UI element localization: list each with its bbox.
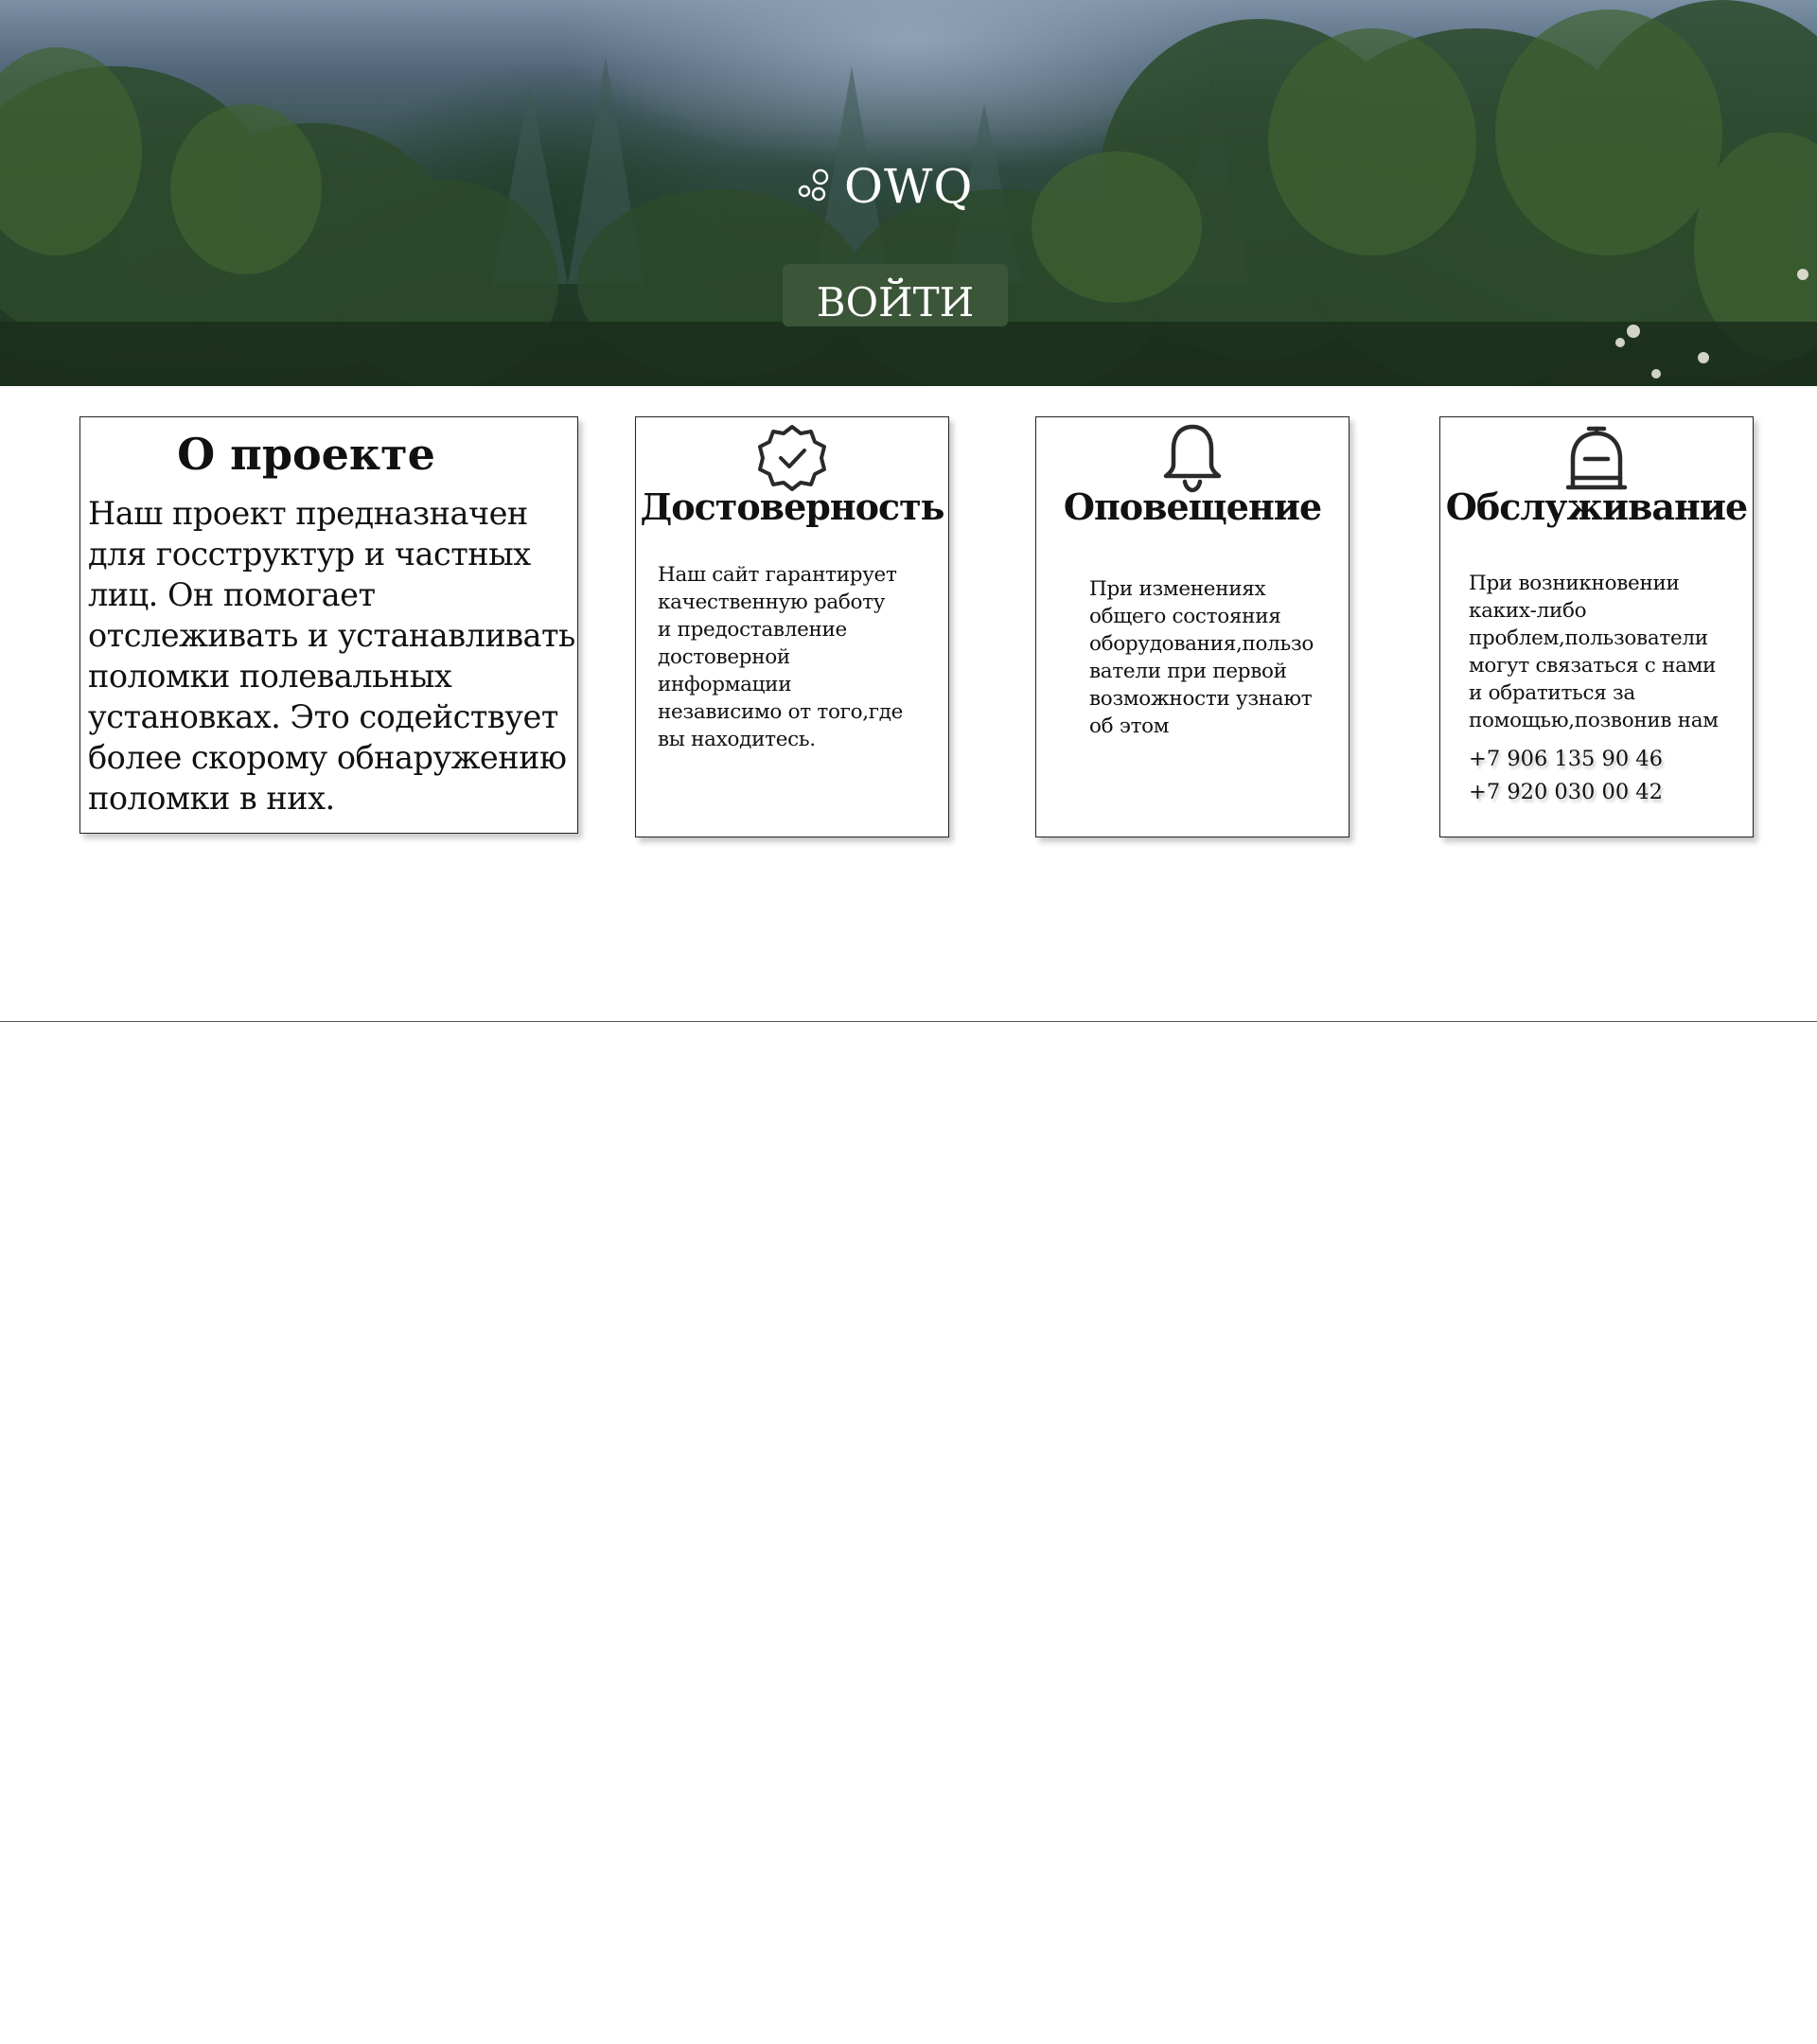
hero-banner: OWQ ВОЙТИ: [0, 0, 1817, 386]
bubbles-icon: [797, 167, 831, 205]
about-text: Наш проект предназначен для госструктур …: [88, 495, 575, 817]
phone-number[interactable]: +7 906 135 90 46: [1469, 743, 1663, 776]
site-logo[interactable]: OWQ: [797, 159, 973, 214]
phone-list: +7 906 135 90 46 +7 920 030 00 42: [1469, 743, 1663, 809]
notification-title: Оповещение: [1063, 485, 1322, 528]
reliability-text: Наш сайт гарантирует качественную работу…: [658, 563, 904, 751]
bell-icon: [1036, 423, 1349, 493]
reliability-title: Достоверность: [640, 485, 945, 528]
notification-text: При изменениях общего состояния оборудов…: [1089, 577, 1314, 738]
brand-name: OWQ: [844, 159, 974, 214]
footer-divider: [0, 1021, 1817, 1022]
about-title: О проекте: [177, 429, 435, 480]
login-button[interactable]: ВОЙТИ: [783, 264, 1008, 326]
about-card: О проекте Наш проект предназначен для го…: [79, 416, 578, 834]
phone-number[interactable]: +7 920 030 00 42: [1469, 776, 1663, 809]
verified-badge-icon: [636, 423, 948, 493]
reliability-card: Достоверность Наш сайт гарантирует качес…: [635, 416, 949, 837]
service-text: При возникновении каких-либо проблем,пол…: [1469, 572, 1719, 732]
notification-card: Оповещение При изменениях общего состоян…: [1035, 416, 1350, 837]
service-bell-icon: [1440, 423, 1753, 493]
service-card: Обслуживание При возникновении каких-либ…: [1439, 416, 1754, 837]
service-title: Обслуживание: [1445, 485, 1748, 528]
